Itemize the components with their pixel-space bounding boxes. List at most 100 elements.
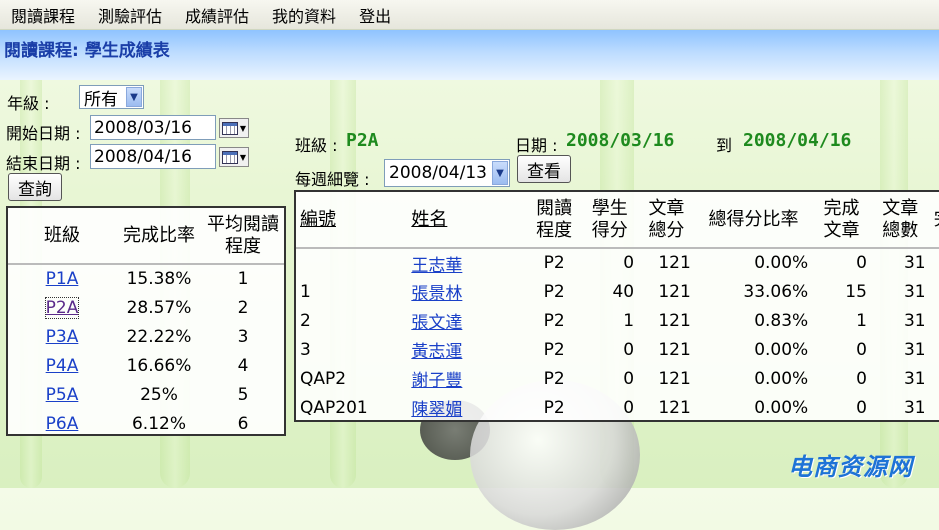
student-id: QAP201 bbox=[300, 397, 368, 418]
student-score: 1 bbox=[623, 310, 635, 331]
col-header-id[interactable]: 編號 bbox=[300, 209, 336, 230]
calendar-icon bbox=[222, 121, 238, 135]
menu-my-profile[interactable]: 我的資料 bbox=[272, 3, 336, 27]
article-total-score: 121 bbox=[658, 310, 691, 331]
col-header-completion-rate: 完成比率 bbox=[116, 208, 202, 265]
grade-label: 年級 : bbox=[7, 94, 50, 113]
table-row: P4A 16.66% 4 bbox=[8, 351, 284, 380]
student-name-link[interactable]: 張景林 bbox=[411, 284, 462, 304]
student-name-link[interactable]: 張文達 bbox=[411, 313, 462, 333]
class-link[interactable]: P3A bbox=[46, 327, 79, 347]
student-score: 0 bbox=[623, 339, 635, 360]
article-count: 31 bbox=[903, 397, 926, 418]
student-id: QAP2 bbox=[300, 368, 347, 389]
score-ratio: 0.00% bbox=[754, 368, 809, 389]
menu-grade-assessment[interactable]: 成績評估 bbox=[185, 3, 249, 27]
col-header-student-score: 學生得分 bbox=[581, 192, 639, 249]
avg-level: 2 bbox=[237, 297, 249, 318]
table-row: P1A 15.38% 1 bbox=[8, 264, 284, 293]
student-name-link[interactable]: 王志華 bbox=[411, 256, 462, 276]
class-link[interactable]: P2A bbox=[44, 296, 80, 319]
col-header-name[interactable]: 姓名 bbox=[411, 209, 447, 230]
student-score: 0 bbox=[623, 368, 635, 389]
score-ratio: 0.00% bbox=[754, 339, 809, 360]
completed-articles: 1 bbox=[856, 310, 867, 331]
table-row: P2A 28.57% 2 bbox=[8, 293, 284, 322]
menu-test-assessment[interactable]: 測驗評估 bbox=[98, 3, 162, 27]
completed-articles: 15 bbox=[845, 281, 867, 302]
student-scores-panel: 編號 姓名 閱讀程度 學生得分 文章總分 總得分比率 完成文章 文章總數 完 王… bbox=[294, 190, 939, 422]
avg-level: 1 bbox=[237, 269, 249, 289]
page-title: 閱讀課程: 學生成績表 bbox=[4, 41, 170, 61]
article-total-score: 121 bbox=[658, 281, 691, 302]
start-date-input[interactable]: 2008/03/16 bbox=[90, 115, 216, 140]
start-date-label: 開始日期 : bbox=[6, 124, 81, 143]
avg-level: 5 bbox=[237, 384, 249, 405]
table-row: 2 張文達 P2 1 121 0.83% 1 31 bbox=[296, 306, 939, 335]
view-button[interactable]: 查看 bbox=[517, 155, 571, 183]
date-info-label: 日期 : bbox=[515, 136, 558, 155]
student-score: 0 bbox=[623, 397, 635, 418]
col-header-article-count: 文章總數 bbox=[870, 192, 930, 249]
class-link[interactable]: P6A bbox=[46, 414, 79, 434]
weekly-view-label: 每週細覽 : bbox=[295, 170, 370, 189]
avg-level: 4 bbox=[237, 355, 249, 376]
class-info-label: 班級 : bbox=[295, 136, 338, 155]
table-row: P6A 6.12% 6 bbox=[8, 409, 284, 438]
completed-articles: 0 bbox=[856, 253, 867, 273]
student-level: P2 bbox=[543, 339, 565, 360]
score-ratio: 0.00% bbox=[754, 253, 809, 273]
completed-articles: 0 bbox=[856, 397, 867, 418]
calendar-icon bbox=[222, 150, 238, 164]
grade-select-value: 所有 bbox=[84, 89, 118, 110]
student-name-link[interactable]: 黃志運 bbox=[411, 342, 462, 362]
article-total-score: 121 bbox=[658, 339, 691, 360]
menu-reading-courses[interactable]: 閱讀課程 bbox=[11, 3, 75, 27]
class-info-value: P2A bbox=[346, 130, 379, 151]
class-summary-table: 班級 完成比率 平均閱讀程度 P1A 15.38% 1 P2A 28.57% 2… bbox=[8, 208, 284, 438]
student-id: 3 bbox=[300, 339, 311, 360]
article-count: 31 bbox=[903, 281, 926, 302]
menu-logout[interactable]: 登出 bbox=[359, 3, 391, 27]
class-link[interactable]: P1A bbox=[46, 269, 79, 289]
class-link[interactable]: P4A bbox=[46, 356, 79, 376]
score-ratio: 0.00% bbox=[754, 397, 809, 418]
table-row: P5A 25% 5 bbox=[8, 380, 284, 409]
article-count: 31 bbox=[903, 253, 926, 273]
completion-rate: 25% bbox=[140, 384, 178, 405]
query-button[interactable]: 查詢 bbox=[8, 173, 62, 201]
student-name-link[interactable]: 陳翠媚 bbox=[411, 400, 462, 420]
student-level: P2 bbox=[543, 397, 565, 418]
article-count: 31 bbox=[903, 339, 926, 360]
table-row: QAP201 陳翠媚 P2 0 121 0.00% 0 31 bbox=[296, 393, 939, 421]
completed-articles: 0 bbox=[856, 339, 867, 360]
student-level: P2 bbox=[543, 253, 565, 273]
class-summary-panel: 班級 完成比率 平均閱讀程度 P1A 15.38% 1 P2A 28.57% 2… bbox=[6, 206, 286, 436]
col-header-cut-off: 完 bbox=[929, 192, 939, 249]
chevron-down-icon[interactable]: ▼ bbox=[126, 87, 142, 107]
table-row: 王志華 P2 0 121 0.00% 0 31 bbox=[296, 248, 939, 277]
student-score: 0 bbox=[623, 253, 635, 273]
chevron-down-icon[interactable]: ▼ bbox=[492, 161, 508, 185]
table-row: 1 張景林 P2 40 121 33.06% 15 31 bbox=[296, 277, 939, 306]
student-score: 40 bbox=[612, 281, 635, 302]
student-name-link[interactable]: 謝子豐 bbox=[411, 371, 462, 391]
completion-rate: 6.12% bbox=[131, 413, 186, 434]
week-select[interactable]: 2008/04/13 ▼ bbox=[384, 159, 510, 187]
score-ratio: 0.83% bbox=[754, 310, 809, 331]
class-link[interactable]: P5A bbox=[46, 385, 79, 405]
date-to-label: 到 bbox=[716, 136, 733, 155]
completion-rate: 16.66% bbox=[126, 355, 192, 376]
end-date-input[interactable]: 2008/04/16 bbox=[90, 144, 216, 169]
article-count: 31 bbox=[903, 310, 926, 331]
article-total-score: 121 bbox=[658, 253, 691, 273]
avg-level: 3 bbox=[237, 326, 249, 347]
avg-level: 6 bbox=[237, 413, 249, 434]
completion-rate: 15.38% bbox=[126, 269, 192, 289]
grade-select[interactable]: 所有 ▼ bbox=[79, 85, 144, 110]
article-count: 31 bbox=[903, 368, 926, 389]
end-date-calendar-button[interactable]: ▼ bbox=[219, 147, 249, 167]
start-date-calendar-button[interactable]: ▼ bbox=[219, 118, 249, 138]
table-row: 3 黃志運 P2 0 121 0.00% 0 31 bbox=[296, 335, 939, 364]
date-from-value: 2008/03/16 bbox=[566, 130, 675, 151]
